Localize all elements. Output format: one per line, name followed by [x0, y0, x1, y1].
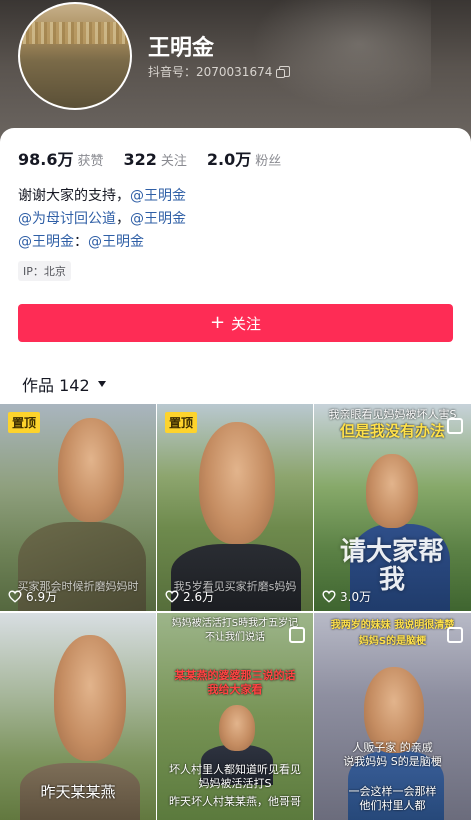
video-thumbnail[interactable]: 妈妈被活活打S時我才五岁记 不让我们说话 某某燕的婆婆那三说的话 我给大家看 坏…	[157, 613, 313, 820]
heart-icon	[322, 590, 336, 603]
bio-line-1: 谢谢大家的支持，@王明金	[18, 185, 186, 208]
plus-icon: +	[209, 312, 226, 333]
like-count-text: 3.0万	[340, 590, 372, 604]
stat-likes-label: 获赞	[77, 154, 104, 169]
video-caption-bottom: 昨天坏人村某某燕，他哥哥	[169, 795, 301, 808]
stat-likes[interactable]: 98.6万 获赞	[18, 146, 104, 170]
video-grid: 置顶 买家那会时候折磨妈妈时 6.9万 置顶 我5岁看见买家折磨s妈妈 2.6万…	[0, 404, 471, 820]
follow-button[interactable]: + 关注	[18, 304, 453, 342]
mention-link[interactable]: @王明金	[88, 234, 144, 250]
video-thumbnail[interactable]: 置顶 买家那会时候折磨妈妈时 6.9万	[0, 404, 156, 611]
mention-link[interactable]: @王明金	[130, 188, 186, 204]
copy-icon[interactable]	[276, 66, 291, 78]
stat-following-count: 322	[123, 150, 157, 169]
follow-button-label: 关注	[231, 314, 262, 333]
mention-link[interactable]: @王明金	[130, 211, 186, 227]
mention-link[interactable]: @王明金	[18, 234, 74, 250]
video-caption-bottom: 坏人村里人都知道听见看见	[169, 763, 301, 776]
bio-separator: ，	[116, 211, 130, 227]
multi-image-icon	[447, 627, 463, 643]
like-count: 6.9万	[8, 588, 57, 605]
video-thumbnail[interactable]: 我亲眼看见妈妈被坏人害S 但是我没有办法 请大家帮我 3.0万	[314, 404, 471, 611]
bio-line-3: @王明金：@王明金	[18, 231, 186, 254]
ip-badge: IP：北京	[18, 261, 71, 281]
avatar[interactable]	[18, 2, 132, 110]
stat-followers-label: 粉丝	[255, 154, 282, 169]
video-caption-mid: 我给大家看	[207, 683, 263, 696]
video-caption-bottom: 他们村里人都	[359, 799, 426, 812]
multi-image-icon	[289, 627, 305, 643]
stats-row: 98.6万 获赞 322 关注 2.0万 粉丝	[18, 146, 281, 170]
heart-icon	[165, 590, 179, 603]
like-count: 3.0万	[322, 588, 371, 605]
bio-text: 谢谢大家的支持，	[18, 188, 130, 204]
works-tab[interactable]: 作品 142	[22, 372, 106, 396]
bio-separator: ：	[74, 234, 88, 250]
bio-line-2: @为母讨回公道，@王明金	[18, 208, 186, 231]
works-label: 作品 142	[22, 376, 90, 395]
multi-image-icon	[447, 418, 463, 434]
video-overlay-text: 请大家帮我	[339, 537, 444, 595]
douyin-id-text: 抖音号：2070031674	[148, 65, 273, 79]
video-thumbnail[interactable]: 昨天某某燕	[0, 613, 156, 820]
stat-following-label: 关注	[160, 154, 187, 169]
heart-icon	[8, 590, 22, 603]
stat-followers-count: 2.0万	[206, 150, 252, 169]
stat-likes-count: 98.6万	[18, 150, 74, 169]
like-count-text: 2.6万	[183, 590, 215, 604]
profile-name: 王明金	[148, 36, 215, 61]
video-caption: 昨天某某燕	[40, 783, 116, 801]
video-caption-mid: 说我妈妈 S的是脑梗	[343, 755, 442, 768]
douyin-id[interactable]: 抖音号：2070031674	[148, 63, 291, 80]
pinned-badge: 置顶	[8, 412, 41, 433]
video-caption-bottom: 一会这样一会那样	[348, 785, 437, 798]
mention-link[interactable]: @为母讨回公道	[18, 211, 116, 227]
caret-down-icon	[97, 381, 106, 387]
video-thumbnail[interactable]: 置顶 我5岁看见买家折磨s妈妈 2.6万	[157, 404, 313, 611]
stat-followers[interactable]: 2.0万 粉丝	[207, 146, 281, 170]
like-count: 2.6万	[165, 588, 214, 605]
video-caption-mid: 某某燕的婆婆那三说的话	[174, 669, 296, 682]
video-caption-top: 我亲眼看见妈妈被坏人害S	[328, 408, 457, 421]
stat-following[interactable]: 322 关注	[124, 150, 187, 169]
video-caption-bottom: 妈妈被活活打S	[198, 777, 272, 790]
pinned-badge: 置顶	[165, 412, 198, 433]
like-count-text: 6.9万	[26, 590, 58, 604]
video-caption-mid: 人贩子家 的亲戚	[352, 741, 433, 754]
video-thumbnail[interactable]: 我两岁的妹妹 我说明很清楚 妈妈S的是脑梗 人贩子家 的亲戚 说我妈妈 S的是脑…	[314, 613, 471, 820]
video-caption-top: 但是我没有办法	[339, 422, 445, 440]
bio: 谢谢大家的支持，@王明金 @为母讨回公道，@王明金 @王明金：@王明金	[18, 185, 186, 254]
